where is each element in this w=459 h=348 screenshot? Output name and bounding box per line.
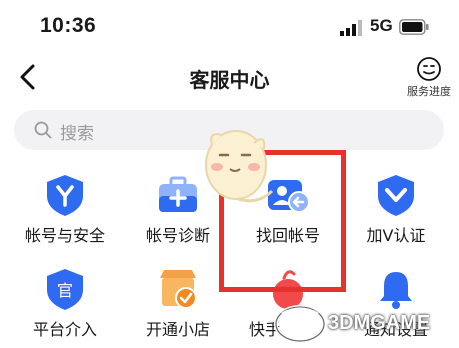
battery-icon — [399, 19, 429, 35]
service-progress-button[interactable]: 服务进度 — [403, 56, 455, 104]
svg-text:官: 官 — [57, 281, 73, 300]
service-open-store[interactable]: 开通小店 — [123, 254, 233, 344]
medical-kit-icon — [159, 176, 197, 212]
v-badge-icon — [378, 175, 414, 216]
nav-bar: 客服中心 服务进度 — [0, 52, 459, 106]
shield-y-icon — [47, 175, 83, 216]
service-platform-intervention[interactable]: 官 平台介入 — [10, 254, 120, 344]
watermark-text: 3DMGAME — [328, 312, 431, 334]
service-label: 帐号诊断 — [145, 226, 210, 245]
official-badge-icon: 官 — [47, 269, 83, 310]
service-label: 加V认证 — [366, 226, 426, 245]
service-label: 开通小店 — [145, 320, 210, 339]
status-time: 10:36 — [40, 14, 97, 37]
smiley-icon — [417, 57, 441, 81]
service-v-verification[interactable]: 加V认证 — [341, 160, 451, 250]
search-icon — [34, 121, 52, 139]
service-label: 帐号与安全 — [24, 226, 105, 245]
watermark: 3DMGAME — [266, 298, 456, 346]
service-progress-label: 服务进度 — [407, 85, 451, 98]
service-account-security[interactable]: 帐号与安全 — [10, 160, 120, 250]
page-title: 客服中心 — [189, 68, 270, 92]
watermark-logo-icon — [274, 305, 326, 343]
network-type: 5G — [370, 16, 393, 35]
service-label: 平台介入 — [32, 320, 97, 339]
search-placeholder: 搜索 — [60, 124, 94, 144]
status-bar: 10:36 5G — [0, 0, 459, 52]
mascot-sticker-icon — [205, 130, 274, 203]
store-check-icon — [160, 270, 197, 309]
signal-icon — [340, 20, 362, 36]
